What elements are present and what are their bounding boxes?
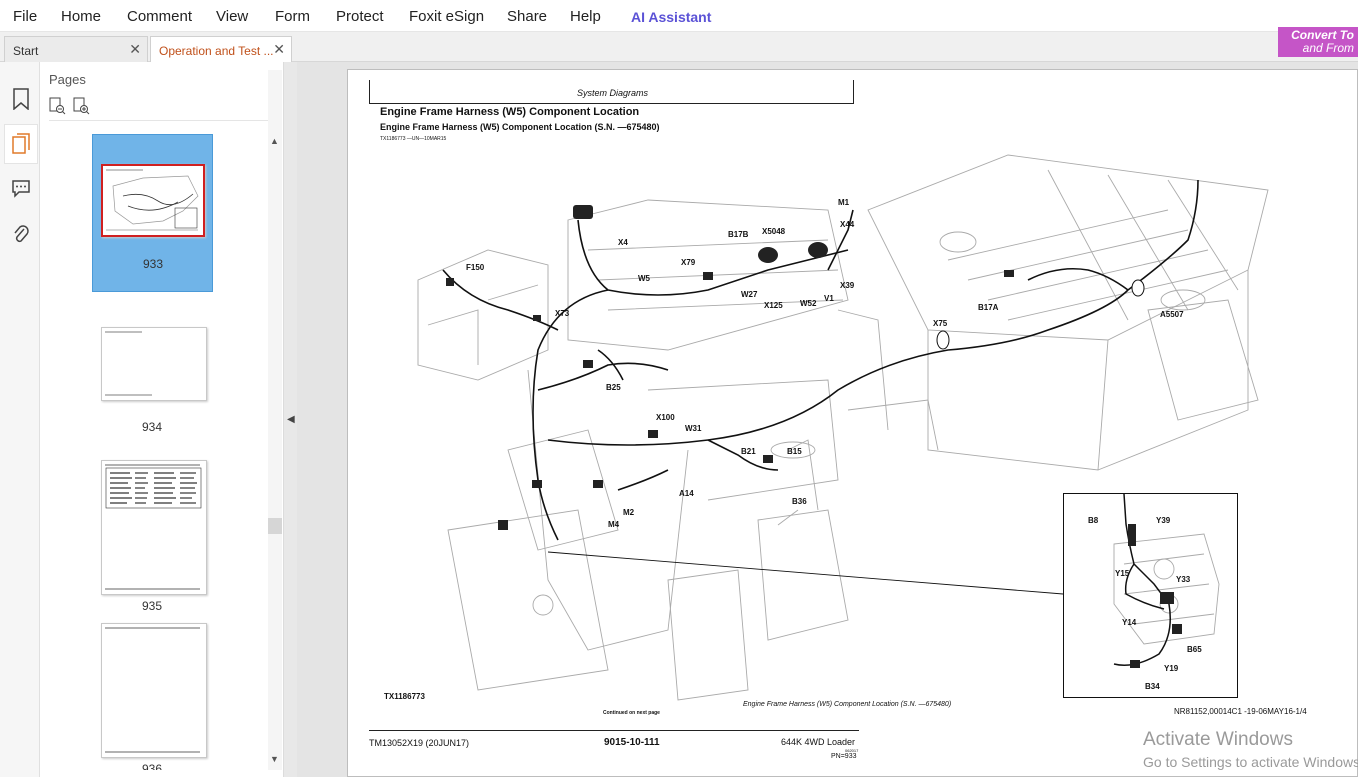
component-label: W5 <box>638 274 650 283</box>
component-label: B17B <box>728 230 749 239</box>
menu-share[interactable]: Share <box>507 8 547 25</box>
inset-component-label: Y39 <box>1156 516 1171 525</box>
inset-detail: B8 Y39 Y15 Y33 Y14 B65 Y19 B34 <box>1063 493 1238 698</box>
page-number: 934 <box>141 420 163 434</box>
component-label: W31 <box>685 424 702 433</box>
document-page: System Diagrams Engine Frame Harness (W5… <box>347 69 1358 777</box>
inset-component-label: B34 <box>1145 682 1160 691</box>
component-label: X75 <box>933 319 948 328</box>
menu-view[interactable]: View <box>216 8 248 25</box>
component-label: B15 <box>787 447 802 456</box>
component-label: X44 <box>840 220 855 229</box>
left-rail <box>0 62 40 777</box>
section-header-box: System Diagrams <box>369 80 854 104</box>
component-label: B25 <box>606 383 621 392</box>
component-label: B36 <box>792 497 807 506</box>
page-number: 935 <box>141 599 163 613</box>
zoom-in-thumbnail-icon[interactable] <box>73 97 91 115</box>
menu-help[interactable]: Help <box>570 8 601 25</box>
footer-rule <box>369 730 859 731</box>
panel-title: Pages <box>49 72 86 87</box>
close-icon[interactable]: ✕ <box>273 41 285 58</box>
thumbnail-scrollbar[interactable]: ▲ ▼ <box>268 70 282 770</box>
inset-component-label: Y15 <box>1115 569 1130 578</box>
close-icon[interactable]: ✕ <box>129 41 141 58</box>
tab-start-label: Start <box>13 44 39 58</box>
inset-component-label: Y19 <box>1164 664 1179 673</box>
component-label: M2 <box>623 508 635 517</box>
component-label: X73 <box>555 309 570 318</box>
activation-watermark-text: Go to Settings to activate Windows. <box>1143 754 1358 770</box>
zoom-out-thumbnail-icon[interactable] <box>49 97 67 115</box>
page-title: Engine Frame Harness (W5) Component Loca… <box>380 106 640 118</box>
pages-panel: Pages 933 934 935 936 <box>40 62 283 777</box>
page-thumbnail-935[interactable] <box>101 460 207 595</box>
section-header: System Diagrams <box>577 88 649 98</box>
component-label: X125 <box>764 301 783 310</box>
thumbnail-image <box>101 164 205 237</box>
menu-form[interactable]: Form <box>275 8 310 25</box>
component-label: X4 <box>618 238 628 247</box>
component-label: W52 <box>800 299 817 308</box>
inset-component-label: Y14 <box>1122 618 1137 627</box>
component-label: B21 <box>741 447 756 456</box>
page-thumbnail-933[interactable]: 933 <box>92 134 213 292</box>
component-label: X79 <box>681 258 696 267</box>
bookmark-icon[interactable] <box>8 86 34 112</box>
doc-reference: NR81152,00014C1 -19-06MAY16-1/4 <box>1174 707 1307 716</box>
component-label: B17A <box>978 303 999 312</box>
attachment-icon[interactable] <box>8 222 34 248</box>
tab-active-label: Operation and Test ... <box>159 44 274 58</box>
chevron-down-icon[interactable]: ▼ <box>270 754 279 764</box>
tab-bar: Start ✕ Operation and Test ... ✕ ▼ <box>0 32 1358 83</box>
footer-pn: PN=933 <box>831 753 857 760</box>
component-label: X5048 <box>762 227 786 236</box>
menu-ai-assistant[interactable]: AI Assistant <box>631 9 711 25</box>
menu-comment[interactable]: Comment <box>127 8 192 25</box>
component-label: F150 <box>466 263 485 272</box>
component-label: A5507 <box>1160 310 1184 319</box>
footer-center: 9015-10-111 <box>604 737 660 748</box>
inset-component-label: B65 <box>1187 645 1202 654</box>
figure-ref-small: TX1186773 —UN—10MAR15 <box>380 136 447 142</box>
menu-foxit-esign[interactable]: Foxit eSign <box>409 8 484 25</box>
scroll-thumb[interactable] <box>268 518 282 534</box>
tab-start[interactable]: Start ✕ <box>4 36 148 62</box>
inset-component-label: B8 <box>1088 516 1099 525</box>
comment-icon[interactable] <box>8 175 34 201</box>
footer-right: 644K 4WD Loader <box>781 737 856 747</box>
pages-icon[interactable] <box>4 124 38 164</box>
tab-operation-and-test[interactable]: Operation and Test ... ✕ <box>150 36 292 63</box>
page-number: 936 <box>141 762 163 770</box>
activation-watermark-title: Activate Windows <box>1143 729 1293 750</box>
page-thumbnail-936[interactable] <box>101 623 207 758</box>
page-number: 933 <box>142 257 164 271</box>
page-thumbnail-934[interactable] <box>101 327 207 401</box>
component-label: W27 <box>741 290 758 299</box>
panel-splitter[interactable]: ◀ <box>283 62 297 777</box>
menu-home[interactable]: Home <box>61 8 101 25</box>
component-label: X100 <box>656 413 675 422</box>
footer-left: TM13052X19 (20JUN17) <box>369 738 470 748</box>
menu-protect[interactable]: Protect <box>336 8 384 25</box>
continued-note: Continued on next page <box>603 710 660 716</box>
inset-leader-line <box>548 551 1064 595</box>
component-label: M1 <box>838 198 850 207</box>
component-label: V1 <box>824 294 834 303</box>
component-label: M4 <box>608 520 620 529</box>
chevron-up-icon[interactable]: ▲ <box>270 136 279 146</box>
figure-caption: Engine Frame Harness (W5) Component Loca… <box>743 701 952 708</box>
menu-bar: File Home Comment View Form Protect Foxi… <box>0 0 1358 32</box>
menu-file[interactable]: File <box>13 8 37 25</box>
inset-component-label: Y33 <box>1176 575 1191 584</box>
divider <box>49 120 277 121</box>
component-label: X39 <box>840 281 855 290</box>
document-viewer[interactable]: System Diagrams Engine Frame Harness (W5… <box>297 62 1358 777</box>
component-label: A14 <box>679 489 694 498</box>
convert-label-2: and From <box>1302 41 1354 55</box>
collapse-panel-icon[interactable]: ◀ <box>287 414 295 425</box>
convert-button[interactable]: Convert To and From <box>1278 27 1358 57</box>
page-subtitle: Engine Frame Harness (W5) Component Loca… <box>380 122 660 132</box>
figure-id: TX1186773 <box>384 692 425 701</box>
